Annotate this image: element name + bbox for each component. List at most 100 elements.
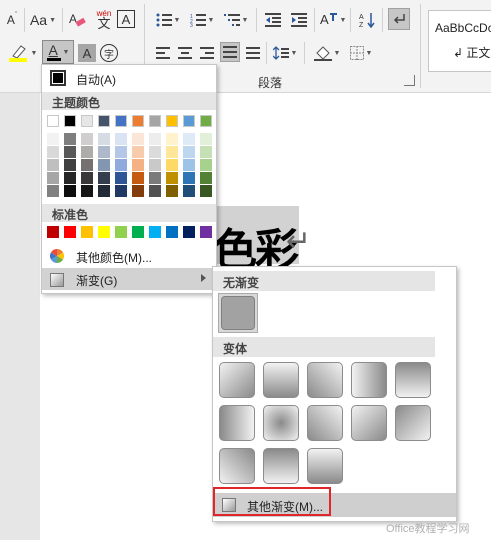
theme-shade-swatch[interactable] — [200, 159, 212, 171]
theme-shade-swatch[interactable] — [149, 159, 161, 171]
theme-shade-swatch[interactable] — [115, 172, 127, 184]
standard-color-swatch[interactable] — [115, 226, 127, 238]
theme-color-swatch[interactable] — [115, 115, 127, 127]
theme-shade-swatch[interactable] — [64, 172, 76, 184]
shading-button[interactable]: ▼ — [312, 42, 342, 64]
gradient-variant[interactable] — [395, 362, 431, 398]
numbering-button[interactable]: 1 2 3 ▼ — [188, 10, 216, 30]
gradient-variant[interactable] — [219, 405, 255, 441]
paragraph-dialog-launcher[interactable] — [404, 75, 415, 86]
theme-shade-swatch[interactable] — [115, 185, 127, 197]
distributed-button[interactable] — [244, 44, 262, 62]
theme-shade-swatch[interactable] — [166, 133, 178, 145]
shrink-font-button[interactable]: Aˇ — [2, 10, 22, 30]
gradient-variant[interactable] — [263, 448, 299, 484]
character-shading-button[interactable]: A — [78, 44, 96, 62]
justify-button[interactable] — [220, 42, 240, 62]
theme-shade-swatch[interactable] — [98, 159, 110, 171]
sort-button[interactable]: AZ — [356, 10, 378, 30]
align-right-button[interactable] — [198, 44, 216, 62]
multilevel-list-button[interactable]: ▼ — [222, 10, 250, 30]
theme-shade-swatch[interactable] — [47, 172, 59, 184]
theme-shade-swatch[interactable] — [98, 146, 110, 158]
theme-shade-swatch[interactable] — [149, 146, 161, 158]
bullets-button[interactable]: ▼ — [154, 10, 182, 30]
theme-shade-swatch[interactable] — [183, 185, 195, 197]
standard-color-swatch[interactable] — [64, 226, 76, 238]
theme-shade-swatch[interactable] — [47, 185, 59, 197]
borders-button[interactable]: ▼ — [346, 42, 376, 64]
theme-shade-swatch[interactable] — [166, 146, 178, 158]
theme-shade-swatch[interactable] — [64, 146, 76, 158]
gradient-variant[interactable] — [219, 448, 255, 484]
increase-indent-button[interactable] — [288, 10, 310, 30]
theme-shade-swatch[interactable] — [132, 185, 144, 197]
gradient-variant[interactable] — [263, 362, 299, 398]
theme-shade-swatch[interactable] — [81, 146, 93, 158]
align-left-button[interactable] — [154, 44, 172, 62]
gradient-variant[interactable] — [263, 405, 299, 441]
standard-color-swatch[interactable] — [47, 226, 59, 238]
asian-layout-button[interactable]: A ▼ — [318, 10, 348, 30]
theme-shade-swatch[interactable] — [98, 172, 110, 184]
theme-shade-swatch[interactable] — [81, 172, 93, 184]
text-highlight-button[interactable]: ▼ — [6, 42, 40, 64]
theme-shade-swatch[interactable] — [183, 172, 195, 184]
theme-shade-swatch[interactable] — [115, 133, 127, 145]
theme-shade-swatch[interactable] — [149, 185, 161, 197]
theme-shade-swatch[interactable] — [47, 159, 59, 171]
theme-shade-swatch[interactable] — [98, 133, 110, 145]
styles-gallery[interactable]: AaBbCcDc ↲ 正文 — [428, 10, 491, 72]
show-hide-marks-button[interactable] — [388, 8, 410, 30]
no-gradient-option[interactable] — [218, 293, 258, 333]
theme-shade-swatch[interactable] — [166, 159, 178, 171]
gradient-variant[interactable] — [395, 405, 431, 441]
standard-color-swatch[interactable] — [200, 226, 212, 238]
theme-shade-swatch[interactable] — [47, 133, 59, 145]
theme-shade-swatch[interactable] — [200, 172, 212, 184]
enclose-characters-button[interactable]: 字 — [100, 44, 118, 62]
character-border-button[interactable]: A — [117, 10, 135, 28]
theme-shade-swatch[interactable] — [200, 185, 212, 197]
theme-color-swatch[interactable] — [132, 115, 144, 127]
theme-shade-swatch[interactable] — [132, 146, 144, 158]
align-center-button[interactable] — [176, 44, 194, 62]
theme-color-swatch[interactable] — [98, 115, 110, 127]
line-spacing-button[interactable]: ▼ — [270, 42, 300, 64]
standard-color-swatch[interactable] — [166, 226, 178, 238]
gradient-variant[interactable] — [307, 405, 343, 441]
font-color-button[interactable]: A ▼ — [42, 40, 74, 64]
gradient-variant[interactable] — [351, 405, 387, 441]
gradient-item[interactable]: 渐变(G) — [42, 268, 216, 290]
theme-shade-swatch[interactable] — [81, 133, 93, 145]
theme-shade-swatch[interactable] — [183, 146, 195, 158]
theme-color-swatch[interactable] — [47, 115, 59, 127]
theme-color-swatch[interactable] — [81, 115, 93, 127]
gradient-variant[interactable] — [219, 362, 255, 398]
standard-color-swatch[interactable] — [132, 226, 144, 238]
theme-shade-swatch[interactable] — [132, 133, 144, 145]
theme-shade-swatch[interactable] — [132, 172, 144, 184]
automatic-color-item[interactable]: 自动(A) — [42, 67, 216, 89]
theme-shade-swatch[interactable] — [98, 185, 110, 197]
clear-formatting-button[interactable]: A — [66, 9, 88, 31]
standard-color-swatch[interactable] — [98, 226, 110, 238]
theme-shade-swatch[interactable] — [115, 159, 127, 171]
theme-color-swatch[interactable] — [166, 115, 178, 127]
theme-shade-swatch[interactable] — [64, 133, 76, 145]
theme-shade-swatch[interactable] — [132, 159, 144, 171]
theme-shade-swatch[interactable] — [183, 133, 195, 145]
gradient-variant[interactable] — [351, 362, 387, 398]
theme-shade-swatch[interactable] — [81, 159, 93, 171]
theme-shade-swatch[interactable] — [166, 185, 178, 197]
theme-shade-swatch[interactable] — [200, 146, 212, 158]
standard-color-swatch[interactable] — [81, 226, 93, 238]
theme-shade-swatch[interactable] — [200, 133, 212, 145]
standard-color-swatch[interactable] — [183, 226, 195, 238]
change-case-button[interactable]: Aa ▼ — [28, 10, 58, 30]
gradient-variant[interactable] — [307, 448, 343, 484]
theme-shade-swatch[interactable] — [81, 185, 93, 197]
phonetic-guide-button[interactable]: wén 文 — [92, 6, 116, 32]
theme-shade-swatch[interactable] — [166, 172, 178, 184]
theme-shade-swatch[interactable] — [64, 159, 76, 171]
